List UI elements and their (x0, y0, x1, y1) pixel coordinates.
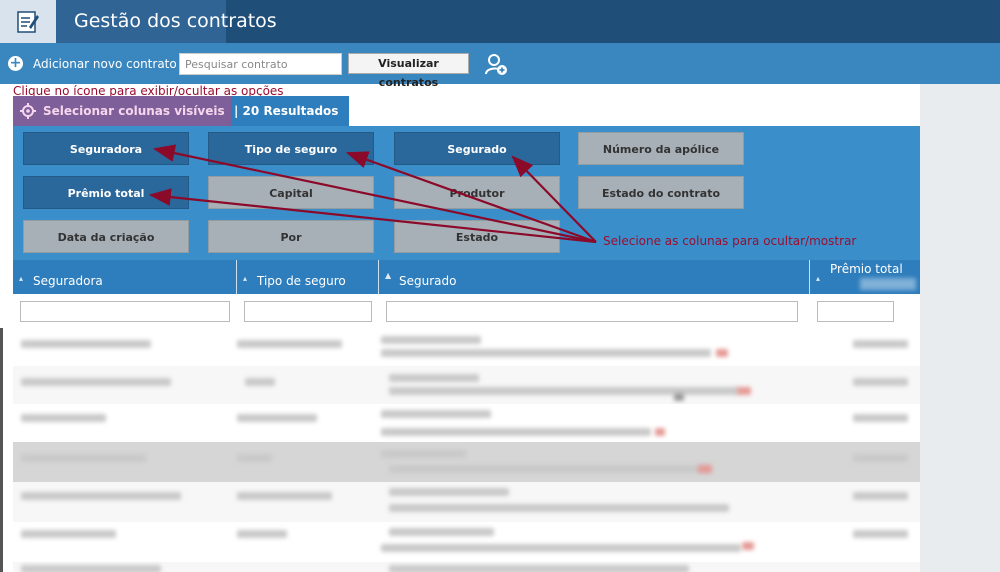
search-input[interactable] (179, 53, 342, 75)
document-edit-icon (17, 10, 39, 33)
app-header: Gestão dos contratos (0, 0, 1000, 43)
column-toggle-tipo-de-seguro[interactable]: Tipo de seguro (208, 132, 374, 165)
app-logo[interactable] (0, 0, 56, 43)
column-header-seguradora[interactable]: ▴ Seguradora (13, 260, 237, 294)
table-row[interactable] (13, 522, 920, 562)
table-row[interactable] (13, 328, 920, 366)
user-add-icon[interactable] (484, 52, 508, 76)
filter-input-premio-total[interactable] (817, 301, 894, 322)
add-contract-label: Adicionar novo contrato (33, 56, 177, 71)
column-toggle-por[interactable]: Por (208, 220, 374, 253)
tab-results[interactable]: | 20 Resultados (231, 96, 349, 126)
sort-icon: ▴ (19, 274, 24, 283)
blurred-subheader (860, 278, 916, 290)
tab-select-columns-label: Selecionar colunas visíveis (43, 104, 225, 118)
column-header-label: Seguradora (33, 274, 103, 288)
column-header-premio-total[interactable]: ▴ Prêmio total (810, 260, 920, 294)
table-row[interactable] (13, 442, 920, 482)
column-toggle-estado[interactable]: Estado (394, 220, 560, 253)
column-header-label: Tipo de seguro (257, 274, 346, 288)
column-header-label: Prêmio total (830, 262, 903, 276)
gear-hand-icon (20, 103, 36, 119)
column-toggle-estado-do-contrato[interactable]: Estado do contrato (578, 176, 744, 209)
tab-select-columns[interactable]: Selecionar colunas visíveis (13, 96, 231, 126)
plus-circle-icon: + (8, 55, 23, 71)
page-title: Gestão dos contratos (74, 10, 277, 32)
filter-input-tipo-de-seguro[interactable] (244, 301, 372, 322)
add-contract-button[interactable]: + Adicionar novo contrato (8, 56, 177, 71)
table-row[interactable] (13, 562, 920, 572)
filter-input-segurado[interactable] (386, 301, 798, 322)
column-toggle-seguradora[interactable]: Seguradora (23, 132, 189, 165)
filter-input-seguradora[interactable] (20, 301, 230, 322)
column-toggle-premio-total[interactable]: Prêmio total (23, 176, 189, 209)
column-toggle-data-da-criacao[interactable]: Data da criação (23, 220, 189, 253)
table-row[interactable] (13, 482, 920, 522)
column-toggle-produtor[interactable]: Produtor (394, 176, 560, 209)
table-header: ▴ Seguradora ▴ Tipo de seguro ▲ Segurado… (13, 260, 920, 294)
column-header-segurado[interactable]: ▲ Segurado (379, 260, 810, 294)
sort-asc-icon: ▲ (385, 271, 392, 280)
sort-icon: ▴ (243, 274, 248, 283)
view-contracts-button[interactable]: Visualizar contratos (348, 53, 469, 89)
column-header-label: Segurado (399, 274, 457, 288)
table-row[interactable] (13, 404, 920, 442)
page: Gestão dos contratos + Adicionar novo co… (0, 0, 1000, 572)
table-row[interactable] (13, 366, 920, 404)
column-header-tipo-de-seguro[interactable]: ▴ Tipo de seguro (237, 260, 379, 294)
annotation-text: Selecione as colunas para ocultar/mostra… (603, 234, 857, 248)
left-edge (0, 328, 3, 572)
page-background (920, 84, 1000, 572)
column-toggle-capital[interactable]: Capital (208, 176, 374, 209)
sort-icon: ▴ (816, 274, 821, 283)
column-toggle-segurado[interactable]: Segurado (394, 132, 560, 165)
column-toggle-numero-da-apolice[interactable]: Número da apólice (578, 132, 744, 165)
filter-row (13, 294, 920, 328)
